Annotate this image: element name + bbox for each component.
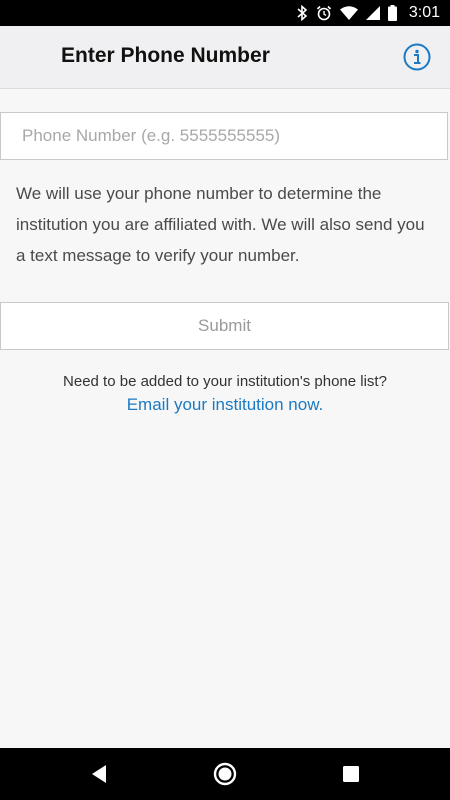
info-icon[interactable] [403,43,431,71]
battery-icon [387,5,397,21]
alarm-icon [316,5,331,21]
app-bar: Enter Phone Number [0,26,450,89]
system-nav-bar [0,748,450,800]
recents-icon[interactable] [339,762,363,786]
bluetooth-icon [297,5,308,21]
phone-number-input[interactable] [0,112,448,160]
status-bar: 3:01 [0,0,450,26]
submit-button[interactable]: Submit [0,302,449,350]
help-prompt: Need to be added to your institution's p… [63,373,387,390]
cell-signal-icon [365,6,380,20]
home-icon[interactable] [213,762,237,786]
description-text: We will use your phone number to determi… [16,184,425,265]
status-time: 3:01 [408,4,440,21]
back-icon[interactable] [88,762,112,786]
wifi-icon [339,6,358,20]
status-icons: 3:01 [296,0,440,26]
email-institution-link[interactable]: Email your institution now. [0,395,450,415]
page-title: Enter Phone Number [61,44,270,67]
